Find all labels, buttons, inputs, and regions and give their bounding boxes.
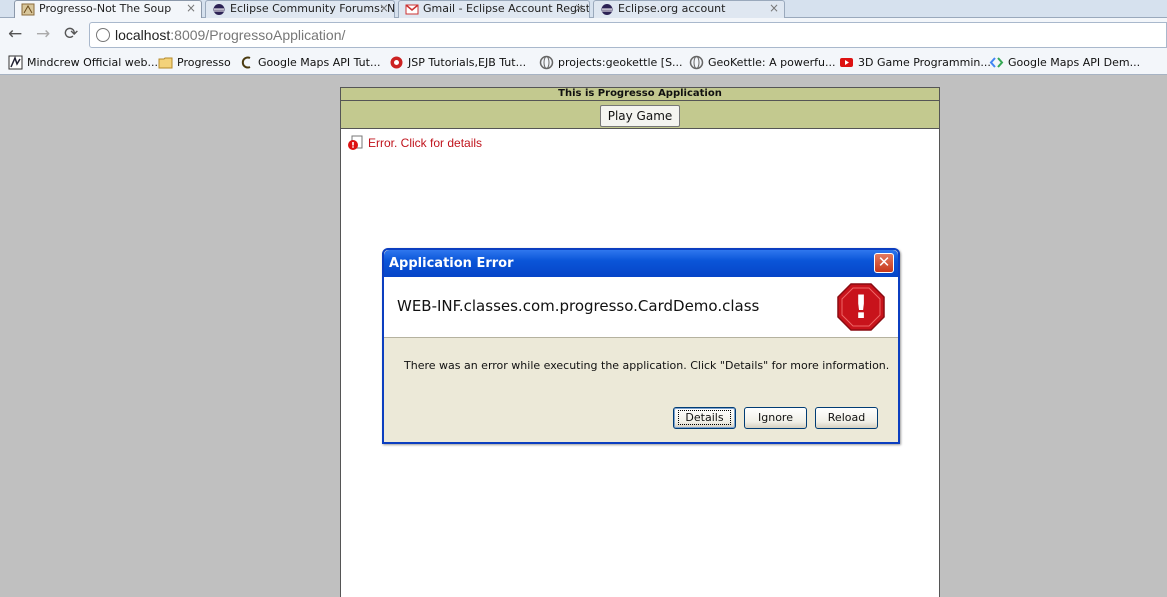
tab-label: Eclipse.org account [618,2,726,15]
dialog-title: Application Error [389,256,514,271]
jsp-icon [390,56,403,69]
close-tab-icon[interactable]: × [769,1,779,16]
error-details-link[interactable]: Error. Click for details [347,135,483,150]
ignore-button-label: Ignore [758,411,793,424]
youtube-icon [840,58,853,67]
bookmark-label: projects:geokettle [S... [558,56,683,69]
bookmark-label: JSP Tutorials,EJB Tut... [408,56,527,69]
reload-icon[interactable]: ⟳ [64,24,78,44]
url-text: localhost:8009/ProgressoApplication/ [115,27,345,43]
error-applet-icon [348,135,363,150]
browser-tab-strip: Progresso-Not The Soup × Eclipse Communi… [0,0,1167,19]
bookmark-item[interactable]: projects:geokettle [S... [539,55,683,70]
google-developers-icon [989,57,1004,68]
error-class-name: WEB-INF.classes.com.progresso.CardDemo.c… [397,297,760,315]
close-tab-icon[interactable]: × [379,1,389,16]
tab-label: Progresso-Not The Soup [39,2,172,15]
bookmark-item[interactable]: 3D Game Programmin... [839,55,991,70]
bookmark-label: GeoKettle: A powerfu... [708,56,836,69]
mindcrew-icon [8,55,23,70]
bookmark-item[interactable]: JSP Tutorials,EJB Tut... [389,55,526,70]
tab-gmail[interactable]: Gmail - Eclipse Account Registr × [398,0,590,18]
bookmark-label: Mindcrew Official web... [27,56,159,69]
ignore-button[interactable]: Ignore [744,407,807,429]
eclipse-favicon [213,4,225,15]
progresso-favicon [21,3,35,16]
globe-icon [96,28,110,42]
reload-button[interactable]: Reload [815,407,878,429]
url-path: :8009/ProgressoApplication/ [170,27,346,43]
bookmark-item[interactable]: Progresso [158,55,231,70]
app-title: This is Progresso Application [341,88,939,101]
gmail-favicon [405,4,419,15]
back-icon[interactable]: ← [8,24,22,44]
bookmark-label: Google Maps API Dem... [1008,56,1141,69]
dialog-titlebar[interactable]: Application Error ✕ [384,250,898,277]
close-icon[interactable]: ✕ [874,253,894,273]
tab-eclipse-account[interactable]: Eclipse.org account × [593,0,785,18]
tab-progresso[interactable]: Progresso-Not The Soup × [14,0,202,19]
tab-label: Eclipse Community Forums: Ne [230,2,395,15]
dialog-message: There was an error while executing the a… [404,359,890,372]
reload-button-label: Reload [827,411,866,424]
browser-toolbar: ← → ⟳ localhost:8009/ProgressoApplicatio… [0,18,1167,51]
eclipse-favicon [601,4,613,15]
bookmark-label: Progresso [177,56,231,69]
address-bar[interactable]: localhost:8009/ProgressoApplication/ [89,22,1167,48]
bookmark-item[interactable]: GeoKettle: A powerfu... [689,55,835,70]
stop-error-icon: ! [837,283,885,331]
bookmark-label: Google Maps API Tut... [258,56,381,69]
folder-icon [158,57,173,69]
bookmark-label: 3D Game Programmin... [858,56,991,69]
tab-eclipse-forums[interactable]: Eclipse Community Forums: Ne × [205,0,395,18]
tab-label: Gmail - Eclipse Account Registr [423,2,590,15]
globe-icon [539,55,554,70]
c-logo-icon [241,56,251,69]
bookmarks-bar: Mindcrew Official web... Progresso Googl… [0,51,1167,75]
application-error-dialog: Application Error ✕ WEB-INF.classes.com.… [382,248,900,444]
details-button[interactable]: Details [673,407,736,429]
globe-icon [689,55,704,70]
bookmark-item[interactable]: Google Maps API Tut... [239,55,380,70]
bookmark-item[interactable]: Mindcrew Official web... [8,55,158,70]
close-tab-icon[interactable]: × [186,1,196,16]
play-game-button[interactable]: Play Game [600,105,680,127]
app-header: This is Progresso Application Play Game [341,88,939,129]
url-host: localhost [115,27,171,43]
stop-glyph: ! [854,288,869,326]
bookmark-item[interactable]: Google Maps API Dem... [989,55,1140,70]
forward-icon[interactable]: → [36,24,50,44]
details-button-label: Details [678,410,731,425]
error-text: Error. Click for details [368,136,483,150]
close-tab-icon[interactable]: × [574,1,584,16]
dialog-header: WEB-INF.classes.com.progresso.CardDemo.c… [384,277,898,338]
